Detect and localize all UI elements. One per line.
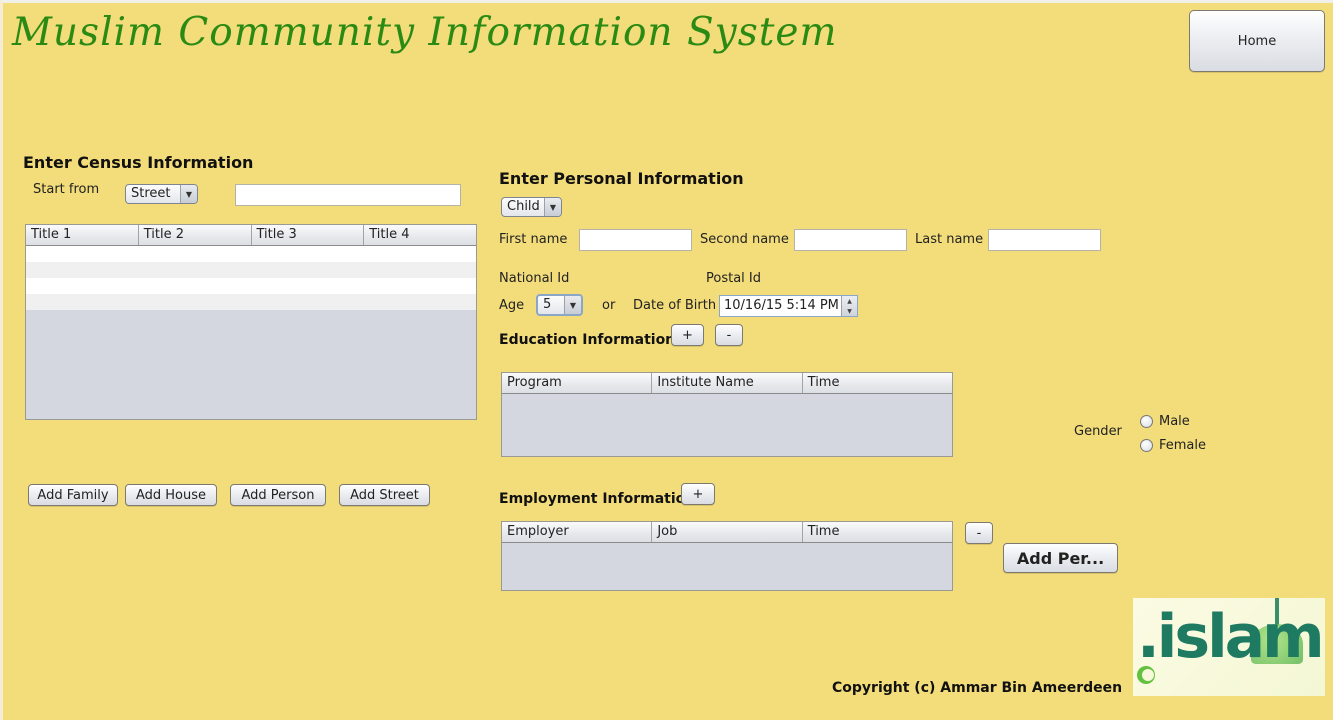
spinner-up-icon[interactable]: ▲ [842,296,857,306]
add-house-button[interactable]: Add House [125,484,217,506]
column-header[interactable]: Title 4 [364,225,476,245]
employment-table[interactable]: Employer Job Time [501,521,953,591]
gender-female-radio[interactable]: Female [1140,438,1206,453]
islam-logo: .islam [1133,598,1325,696]
dob-label: Date of Birth [633,298,717,313]
chevron-down-icon: ▼ [564,296,581,314]
table-row[interactable] [26,294,476,310]
column-header[interactable]: Employer [502,522,653,542]
gender-female-label: Female [1159,438,1207,453]
employment-heading: Employment Information [499,491,696,507]
postal-id-label: Postal Id [706,271,761,286]
radio-icon [1140,415,1153,428]
first-name-input[interactable] [579,229,692,251]
home-button[interactable]: Home [1189,10,1325,72]
start-from-select[interactable]: Street ▼ [125,184,198,204]
education-table[interactable]: Program Institute Name Time [501,372,953,457]
add-employment-button[interactable]: + [681,483,715,505]
or-label: or [602,298,616,313]
remove-employment-button[interactable]: - [965,522,993,544]
add-family-button[interactable]: Add Family [28,484,118,506]
national-id-label: National Id [499,271,570,286]
first-name-label: First name [499,232,568,247]
table-row[interactable] [26,278,476,294]
age-value: 5 [543,297,552,312]
table-row[interactable] [26,246,476,262]
column-header[interactable]: Time [803,522,952,542]
education-heading: Education Information [499,332,676,348]
census-table-header: Title 1 Title 2 Title 3 Title 4 [26,225,476,246]
last-name-label: Last name [915,232,984,247]
person-type-value: Child [507,199,540,214]
app-title: Muslim Community Information System [12,10,838,55]
column-header[interactable]: Institute Name [652,373,803,393]
census-heading: Enter Census Information [23,153,254,172]
add-street-button[interactable]: Add Street [339,484,430,506]
education-table-header: Program Institute Name Time [502,373,952,394]
column-header[interactable]: Title 2 [139,225,252,245]
census-table[interactable]: Title 1 Title 2 Title 3 Title 4 [25,224,477,420]
column-header[interactable]: Program [502,373,653,393]
add-person-button[interactable]: Add Person [230,484,326,506]
start-from-value: Street [131,186,171,201]
census-search-input[interactable] [235,184,461,206]
table-row[interactable] [26,262,476,278]
gender-label: Gender [1074,424,1122,439]
crescent-icon [1137,666,1155,684]
add-person-submit-button[interactable]: Add Per... [1003,543,1118,573]
last-name-input[interactable] [988,229,1101,251]
age-label: Age [499,298,525,313]
dob-value: 10/16/15 5:14 PM [724,298,839,313]
age-select[interactable]: 5 ▼ [536,294,583,316]
logo-text: .islam [1137,602,1325,672]
add-education-button[interactable]: + [671,324,704,346]
personal-heading: Enter Personal Information [499,169,744,188]
spinner-arrows: ▲ ▼ [841,296,857,316]
employment-table-header: Employer Job Time [502,522,952,543]
spinner-down-icon[interactable]: ▼ [842,306,857,316]
second-name-input[interactable] [794,229,907,251]
chevron-down-icon: ▼ [180,185,197,203]
column-header[interactable]: Time [803,373,952,393]
copyright-text: Copyright (c) Ammar Bin Ameerdeen [832,680,1123,696]
gender-male-radio[interactable]: Male [1140,414,1190,429]
radio-icon [1140,439,1153,452]
chevron-down-icon: ▼ [544,198,561,216]
column-header[interactable]: Job [652,522,803,542]
column-header[interactable]: Title 3 [252,225,365,245]
second-name-label: Second name [700,232,789,247]
person-type-select[interactable]: Child ▼ [501,197,562,217]
dob-spinner[interactable]: 10/16/15 5:14 PM ▲ ▼ [719,295,858,317]
gender-male-label: Male [1159,414,1190,429]
start-from-label: Start from [33,182,100,197]
remove-education-button[interactable]: - [715,324,743,346]
column-header[interactable]: Title 1 [26,225,139,245]
